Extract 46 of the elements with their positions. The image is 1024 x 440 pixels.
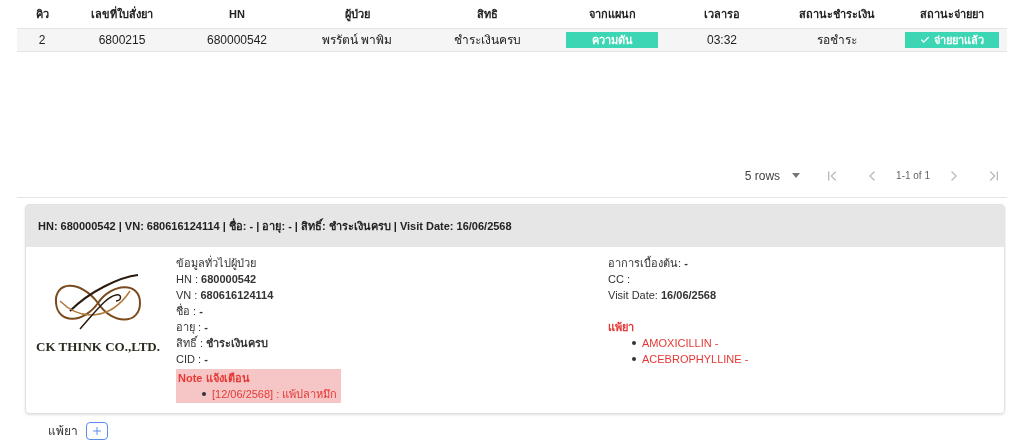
- tab-label[interactable]: แพ้ยา: [48, 422, 78, 440]
- column-header: สถานะจ่ายยา: [920, 6, 984, 22]
- column-header: HN: [229, 6, 245, 22]
- column-header: เลขที่ใบสั่งยา: [91, 5, 153, 22]
- info-line: อาการเบื้องต้น: -: [608, 255, 689, 271]
- allergy-item: ACEBROPHYLLINE -: [642, 352, 749, 367]
- section-title: ข้อมูลทั่วไปผู้ป่วย: [176, 255, 257, 271]
- allergy-item: AMOXICILLIN -: [642, 336, 719, 351]
- info-line: HN : 680000542: [176, 272, 258, 287]
- info-line: สิทธิ์ : ชำระเงินครบ: [176, 335, 270, 351]
- info-line: ชื่อ : -: [176, 303, 204, 319]
- rows-per-page-select[interactable]: 5 rows: [744, 166, 801, 185]
- plus-icon: [91, 425, 103, 437]
- column-header: คิว: [35, 6, 49, 22]
- info-line: CID : -: [176, 352, 209, 367]
- table-cell-text: 6800215: [98, 32, 146, 49]
- table-cell-text: 2: [38, 32, 46, 49]
- info-line: CC :: [608, 272, 631, 287]
- bullet-icon: [632, 341, 636, 345]
- column-header: จากแผนก: [588, 6, 636, 22]
- column-header: สถานะชำระเงิน: [799, 6, 875, 22]
- table-cell-text: 03:32: [707, 32, 737, 49]
- note-item: [12/06/2568] : แพ้ปลาหมึก: [212, 387, 338, 402]
- table-row[interactable]: 2 6800215 680000542 พรรัตน์ พาพิม ชำระเงินครบ ความดัน 03:32 รอชำระ จ่ายยาแล้ว: [17, 28, 1007, 52]
- department-badge: ความดัน: [566, 32, 658, 48]
- dropdown-caret-icon: [792, 173, 801, 179]
- table-cell-text: ชำระเงินครบ: [453, 32, 521, 49]
- info-line: Visit Date: 16/06/2568: [608, 288, 718, 303]
- allergy-title: แพ้ยา: [608, 320, 635, 335]
- info-line: อายุ : -: [176, 320, 209, 335]
- bullet-icon: [632, 357, 636, 361]
- table-cell-text: 680000542: [206, 32, 268, 49]
- column-header: เวลารอ: [704, 6, 740, 22]
- add-button[interactable]: [86, 422, 108, 440]
- company-name: CK THINK CO.,LTD.: [36, 338, 160, 356]
- table-cell-text: พรรัตน์ พาพิม: [321, 32, 393, 49]
- bullet-icon: [202, 392, 206, 396]
- page-range: 1-1 of 1: [896, 169, 930, 184]
- column-header: ผู้ป่วย: [344, 6, 370, 23]
- table-cell-text: รอชำระ: [817, 32, 857, 49]
- check-icon: [920, 35, 930, 45]
- note-title: Note แจ้งเตือน: [178, 371, 251, 386]
- column-header: สิทธิ: [476, 6, 498, 22]
- status-badge: จ่ายยาแล้ว: [905, 32, 999, 48]
- info-line: VN : 680616124114: [176, 288, 275, 303]
- card-header-text: HN: 680000542 | VN: 680616124114 | ชื่อ: - | อายุ: - | สิทธิ์: ชำระเงินครบ | Visit Date: 16/06/2568: [38, 217, 512, 235]
